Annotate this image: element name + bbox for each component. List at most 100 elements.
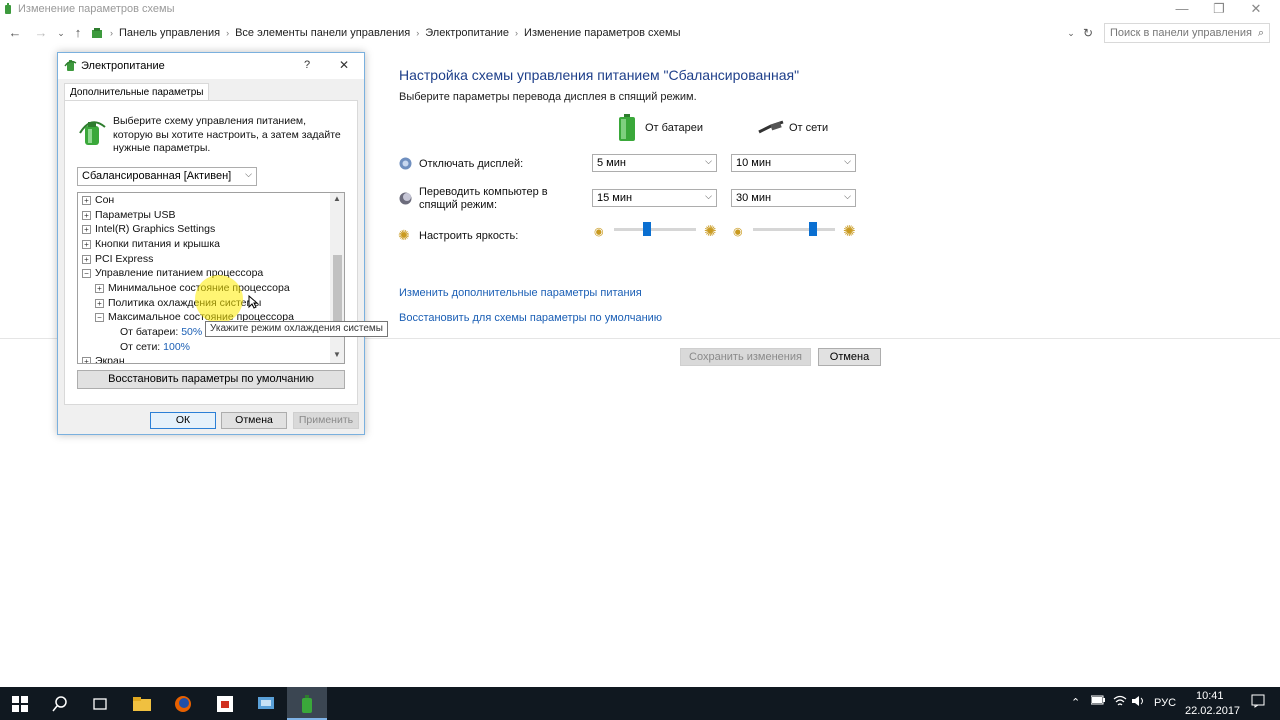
file-explorer-icon[interactable]	[122, 687, 162, 720]
scroll-down-icon[interactable]: ▼	[333, 350, 341, 359]
notifications-icon[interactable]	[1251, 694, 1265, 711]
search-placeholder: Поиск в панели управления	[1110, 27, 1252, 39]
tab-advanced-settings[interactable]: Дополнительные параметры	[64, 83, 210, 101]
dialog-close-button[interactable]: ✕	[339, 58, 349, 72]
display-icon	[399, 157, 412, 173]
tree-item-pci-express[interactable]: + PCI Express	[82, 253, 153, 267]
power-plan-icon	[77, 117, 107, 150]
advanced-settings-link[interactable]: Изменить дополнительные параметры питани…	[399, 287, 642, 299]
brightness-battery-thumb[interactable]	[642, 222, 651, 236]
control-panel-app-icon[interactable]	[246, 687, 286, 720]
expand-icon[interactable]: +	[82, 211, 91, 220]
chevron-down-icon: ⌵	[844, 191, 851, 201]
start-icon[interactable]	[0, 687, 40, 720]
search-input[interactable]: Поиск в панели управления ⌕	[1104, 23, 1270, 43]
power-scheme-select[interactable]: Сбалансированная [Активен] ⌵	[77, 167, 257, 186]
tree-item-display[interactable]: + Экран	[82, 355, 125, 363]
brightness-high-icon: ✺	[843, 223, 856, 240]
scroll-thumb[interactable]	[333, 255, 342, 325]
tree-item-sleep[interactable]: + Сон	[82, 194, 114, 208]
recent-locations-icon[interactable]: ⌄	[53, 25, 69, 41]
tree-item-intel-graphics[interactable]: + Intel(R) Graphics Settings	[82, 223, 215, 237]
ac-plug-icon	[757, 120, 785, 137]
wifi-icon[interactable]	[1113, 695, 1127, 710]
apply-button[interactable]: Применить	[293, 412, 359, 429]
collapse-icon[interactable]: −	[82, 269, 91, 278]
cancel-button[interactable]: Отмена	[818, 348, 881, 366]
page-subtitle: Выберите параметры перевода дисплея в сп…	[399, 91, 697, 103]
window-title: Изменение параметров схемы	[18, 3, 175, 15]
breadcrumb-item-edit-plan[interactable]: Изменение параметров схемы	[524, 27, 680, 39]
task-view-icon[interactable]	[80, 687, 120, 720]
expand-icon[interactable]: +	[95, 284, 104, 293]
breadcrumb-item-all-items[interactable]: Все элементы панели управления	[235, 27, 410, 39]
sleep-ac-select[interactable]: 30 мин ⌵	[731, 189, 856, 207]
control-panel-icon	[91, 27, 103, 42]
dialog-titlebar: Электропитание ? ✕	[58, 53, 364, 79]
on-ac-value[interactable]: 100%	[163, 341, 190, 353]
scroll-up-icon[interactable]: ▲	[333, 194, 341, 203]
help-button[interactable]: ?	[304, 59, 310, 71]
clock-date[interactable]: 22.02.2017	[1185, 705, 1240, 717]
restore-defaults-button[interactable]: Восстановить параметры по умолчанию	[77, 370, 345, 389]
expand-icon[interactable]: +	[82, 240, 91, 249]
refresh-icon[interactable]: ↻	[1080, 25, 1096, 41]
brightness-battery-track[interactable]	[614, 228, 696, 231]
up-icon[interactable]: ↑	[70, 25, 86, 41]
minimize-button[interactable]: —	[1164, 0, 1200, 20]
ok-button[interactable]: ОК	[150, 412, 216, 429]
tree-item-on-ac[interactable]: От сети: 100%	[120, 341, 190, 355]
expand-icon[interactable]: +	[95, 299, 104, 308]
sleep-battery-select[interactable]: 15 мин ⌵	[592, 189, 717, 207]
tree-item-processor-power[interactable]: − Управление питанием процессора	[82, 267, 263, 281]
clock-time[interactable]: 10:41	[1196, 690, 1224, 702]
brightness-ac-thumb[interactable]	[809, 222, 817, 236]
tree-item-usb[interactable]: + Параметры USB	[82, 209, 175, 223]
power-options-icon	[64, 59, 77, 75]
chevron-down-icon: ⌵	[705, 191, 712, 201]
tree-item-min-processor-state[interactable]: +Минимальное состояние процессора	[95, 282, 290, 296]
save-changes-button[interactable]: Сохранить изменения	[680, 348, 811, 366]
forward-icon[interactable]: →	[33, 25, 49, 41]
battery-icon	[618, 114, 636, 145]
brightness-label: Настроить яркость:	[419, 230, 519, 242]
power-options-dialog: Электропитание ? ✕ Дополнительные параме…	[57, 52, 365, 435]
breadcrumb-item-power-options[interactable]: Электропитание	[425, 27, 509, 39]
brightness-low-icon: ◉	[733, 226, 743, 238]
language-indicator[interactable]: РУС	[1154, 697, 1176, 709]
expand-icon[interactable]: +	[82, 357, 91, 363]
firefox-icon[interactable]	[163, 687, 203, 720]
sleep-label: Переводить компьютер в спящий режим:	[419, 186, 548, 211]
media-app-icon[interactable]	[205, 687, 245, 720]
breadcrumb-item-control-panel[interactable]: Панель управления	[119, 27, 220, 39]
display-off-battery-select[interactable]: 5 мин ⌵	[592, 154, 717, 172]
close-button[interactable]: ✕	[1238, 0, 1274, 20]
back-icon[interactable]: ←	[7, 25, 23, 41]
volume-icon[interactable]	[1131, 695, 1145, 710]
battery-tray-icon[interactable]	[1090, 695, 1105, 708]
expand-icon[interactable]: +	[82, 225, 91, 234]
display-off-ac-select[interactable]: 10 мин ⌵	[731, 154, 856, 172]
search-icon[interactable]	[40, 687, 80, 720]
tooltip: Укажите режим охлаждения системы	[205, 321, 388, 337]
show-hidden-icons-icon[interactable]: ⌃	[1071, 696, 1080, 709]
collapse-icon[interactable]: −	[95, 313, 104, 322]
power-options-app-icon[interactable]	[287, 687, 327, 720]
mouse-cursor-icon	[248, 294, 259, 312]
chevron-down-icon: ⌵	[245, 169, 252, 179]
tree-scrollbar[interactable]: ▲ ▼	[330, 193, 344, 363]
restore-defaults-link[interactable]: Восстановить для схемы параметры по умол…	[399, 312, 662, 324]
expand-icon[interactable]: +	[82, 196, 91, 205]
tree-item-on-battery[interactable]: От батареи: 50%	[120, 326, 202, 340]
brightness-ac-track[interactable]	[753, 228, 835, 231]
on-battery-value[interactable]: 50%	[181, 326, 202, 338]
address-dropdown-icon[interactable]: ⌄	[1063, 25, 1079, 41]
dialog-cancel-button[interactable]: Отмена	[221, 412, 287, 429]
address-row: ← → ⌄ ↑ › Панель управления › Все элемен…	[0, 22, 1280, 44]
power-options-icon	[2, 3, 14, 15]
brightness-high-icon: ✺	[704, 223, 717, 240]
expand-icon[interactable]: +	[82, 255, 91, 264]
chevron-down-icon: ⌵	[705, 156, 712, 166]
maximize-button[interactable]: ❐	[1201, 0, 1237, 20]
tree-item-power-buttons[interactable]: + Кнопки питания и крышка	[82, 238, 220, 252]
